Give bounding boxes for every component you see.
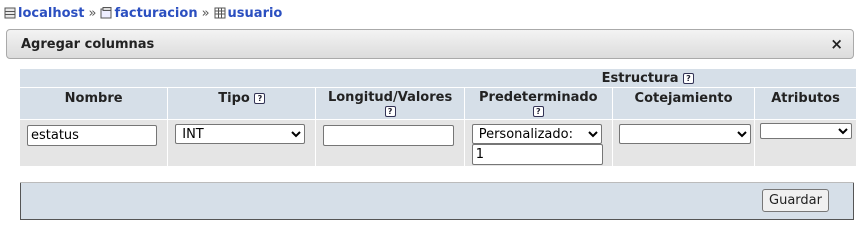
type-select[interactable]: INT [175, 124, 306, 144]
structure-group-header: Estructura ? [20, 69, 856, 87]
header-predeterminado: Predeterminado ? [464, 88, 612, 119]
cell-atributos [755, 120, 856, 166]
collation-select[interactable] [618, 124, 751, 144]
save-button[interactable]: Guardar [762, 189, 829, 212]
header-tipo-label: Tipo [218, 91, 250, 106]
columns-table: Estructura ? Nombre Tipo ? Longitud/Valo… [19, 68, 857, 167]
default-select[interactable]: Personalizado: [471, 124, 602, 144]
breadcrumb-server-label: localhost [18, 5, 85, 21]
help-icon[interactable]: ? [532, 106, 544, 117]
help-icon[interactable]: ? [254, 93, 266, 104]
attributes-select[interactable] [760, 123, 853, 139]
cell-nombre [20, 120, 168, 166]
cell-longitud [316, 120, 464, 166]
header-longitud-label: Longitud/Valores [327, 90, 453, 105]
cell-cotejamiento [612, 120, 755, 166]
default-value-input[interactable] [471, 144, 603, 165]
cell-predeterminado: Personalizado: [464, 120, 612, 166]
header-nombre: Nombre [20, 88, 168, 119]
dialog-titlebar: Agregar columnas × [6, 29, 854, 59]
database-icon [100, 7, 112, 19]
structure-label: Estructura [601, 70, 679, 86]
breadcrumb-table[interactable]: usuario [214, 5, 283, 21]
close-icon[interactable]: × [830, 35, 843, 53]
help-icon[interactable]: ? [683, 72, 694, 84]
header-predeterminado-label: Predeterminado [479, 90, 598, 105]
help-icon[interactable]: ? [384, 106, 396, 117]
footer-divider [20, 182, 854, 183]
breadcrumb-separator: » [201, 5, 210, 21]
header-tipo: Tipo ? [168, 88, 316, 119]
header-atributos: Atributos [755, 88, 856, 119]
breadcrumb-database[interactable]: facturacion [100, 5, 198, 21]
cell-tipo: INT [168, 120, 316, 166]
dialog-footer: Guardar [20, 182, 854, 220]
table-icon [214, 7, 226, 19]
breadcrumb-separator: » [88, 5, 97, 21]
header-cotejamiento-label: Cotejamiento [634, 91, 733, 106]
header-longitud: Longitud/Valores ? [316, 88, 464, 119]
server-icon [4, 7, 16, 19]
header-nombre-label: Nombre [64, 91, 123, 106]
column-name-input[interactable] [27, 125, 157, 146]
breadcrumb-server[interactable]: localhost [4, 6, 84, 21]
header-atributos-label: Atributos [771, 91, 840, 106]
breadcrumb-table-label: usuario [227, 5, 283, 21]
columns-table-wrapper: Estructura ? Nombre Tipo ? Longitud/Valo… [19, 68, 856, 167]
length-values-input[interactable] [323, 125, 455, 146]
dialog-title: Agregar columnas [21, 37, 155, 52]
header-cotejamiento: Cotejamiento [612, 88, 755, 119]
breadcrumb-database-label: facturacion [114, 5, 198, 21]
breadcrumb: localhost » facturacion » usuario [4, 4, 282, 22]
